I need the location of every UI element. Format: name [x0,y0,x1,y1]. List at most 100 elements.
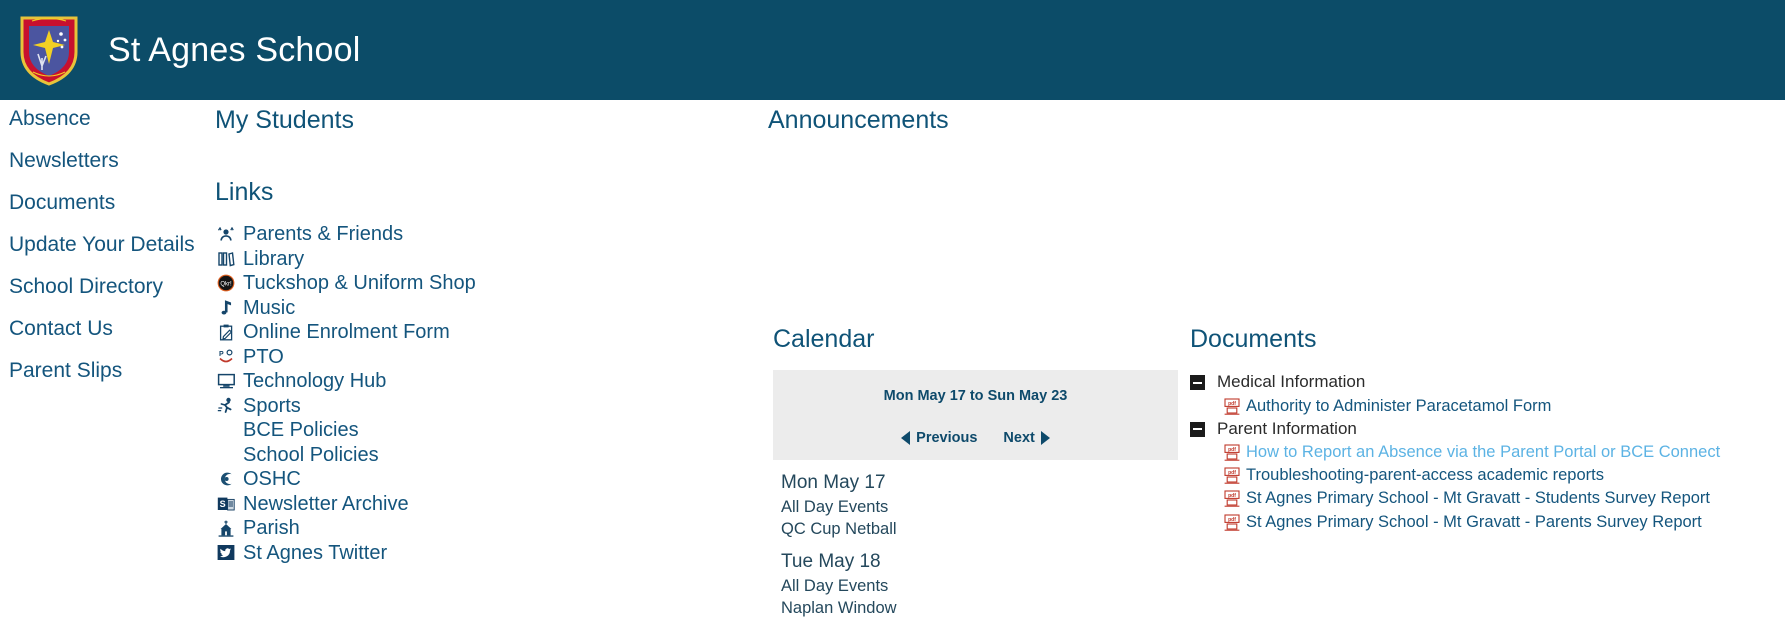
people-icon [215,225,237,243]
calendar-day-group: Tue May 18 All Day Events Naplan Window [781,552,1178,617]
svg-text:S: S [220,499,226,509]
site-header: St Agnes School [0,0,1785,100]
document-item[interactable]: pdf How to Report an Absence via the Par… [1190,442,1780,462]
link-label[interactable]: St Agnes Twitter [243,543,387,563]
document-label[interactable]: Authority to Administer Paracetamol Form [1246,396,1551,416]
link-item-oshc[interactable]: OSHC [215,467,765,492]
svg-text:pdf: pdf [1228,401,1236,407]
sharepoint-icon: S [215,495,237,513]
pdf-icon: pdf [1224,444,1240,461]
link-label[interactable]: PTO [243,347,284,367]
document-item[interactable]: pdf Authority to Administer Paracetamol … [1190,396,1780,416]
sidebar-item-school-directory[interactable]: School Directory [0,276,205,297]
svg-text:pdf: pdf [1228,470,1236,476]
clipboard-pencil-icon [215,323,237,341]
documents-tree: Medical Information pdf Authority to Adm… [1190,372,1780,532]
folder-label: Parent Information [1217,418,1357,438]
link-item-pto[interactable]: P PTO [215,345,765,370]
sidebar-item-update-your-details[interactable]: Update Your Details [0,234,205,255]
calendar-day-section: All Day Events [781,576,889,595]
documents-folder-medical-information[interactable]: Medical Information [1190,372,1780,392]
calendar-section: Calendar Mon May 17 to Sun May 23 Previo… [773,327,1178,631]
pdf-icon: pdf [1224,467,1240,485]
link-item-school-policies[interactable]: School Policies [215,443,765,468]
calendar-header-panel: Mon May 17 to Sun May 23 Previous Next [773,370,1178,460]
music-note-icon [215,299,237,317]
calendar-day-date: Tue May 18 [781,550,881,572]
link-label[interactable]: Newsletter Archive [243,494,409,514]
sidebar-item-absence[interactable]: Absence [0,108,205,129]
document-item[interactable]: pdf St Agnes Primary School - Mt Gravatt… [1190,512,1780,532]
link-item-bce-policies[interactable]: BCE Policies [215,418,765,443]
link-item-parish[interactable]: Parish [215,516,765,541]
calendar-event[interactable]: QC Cup Netball [781,521,1178,538]
link-item-online-enrolment-form[interactable]: Online Enrolment Form [215,320,765,345]
svg-text:pdf: pdf [1228,447,1236,453]
svg-text:Qkr!: Qkr! [220,282,232,288]
twitter-icon [215,544,237,562]
link-item-library[interactable]: Library [215,247,765,272]
documents-title: Documents [1190,325,1317,353]
sidebar-item-newsletters[interactable]: Newsletters [0,150,205,171]
link-item-st-agnes-twitter[interactable]: St Agnes Twitter [215,541,765,566]
svg-text:pdf: pdf [1228,517,1236,523]
calendar-event[interactable]: Naplan Window [781,600,1178,617]
calendar-previous-button[interactable]: Previous [901,430,977,446]
document-item[interactable]: pdf Troubleshooting-parent-access academ… [1190,465,1780,485]
sidebar-item-parent-slips[interactable]: Parent Slips [0,360,205,381]
folder-label: Medical Information [1217,372,1366,391]
link-item-sports[interactable]: Sports [215,394,765,419]
sidebar-item-documents[interactable]: Documents [0,192,205,213]
sidebar-item-contact-us[interactable]: Contact Us [0,318,205,339]
calendar-day-group: Mon May 17 All Day Events QC Cup Netball [781,473,1178,538]
links-list: Parents & Friends Library Qkr! Tuckshop … [205,222,765,565]
calendar-next-label: Next [1003,429,1035,446]
link-label[interactable]: Technology Hub [243,371,386,391]
page-root: St Agnes School Absence Newsletters Docu… [0,0,1785,643]
calendar-day-date: Mon May 17 [781,471,886,493]
calendar-title: Calendar [773,325,875,353]
link-label[interactable]: Tuckshop & Uniform Shop [243,273,476,293]
qkr-circle-icon: Qkr! [215,274,237,292]
link-item-parents-friends[interactable]: Parents & Friends [215,222,765,247]
chevron-right-icon [1040,430,1050,445]
my-students-title: My Students [215,106,354,134]
link-label[interactable]: BCE Policies [243,420,359,440]
link-label[interactable]: School Policies [243,445,379,465]
documents-section: Documents Medical Information pdf Author… [1190,327,1780,535]
link-item-tuckshop-uniform-shop[interactable]: Qkr! Tuckshop & Uniform Shop [215,271,765,296]
announcements-title: Announcements [768,106,949,134]
collapse-minus-icon[interactable] [1190,421,1205,437]
announcements-section: Announcements [768,108,949,133]
link-label[interactable]: Library [243,249,304,269]
pto-icon: P [215,348,237,366]
collapse-minus-icon[interactable] [1190,375,1205,390]
calendar-event-list: Mon May 17 All Day Events QC Cup Netball… [773,473,1178,617]
calendar-next-button[interactable]: Next [1003,429,1050,446]
link-label[interactable]: Music [243,298,295,318]
documents-folder-parent-information[interactable]: Parent Information [1190,419,1780,439]
link-label[interactable]: Parents & Friends [243,224,403,244]
document-label[interactable]: St Agnes Primary School - Mt Gravatt - S… [1246,488,1710,508]
link-label[interactable]: OSHC [243,469,301,489]
link-item-technology-hub[interactable]: Technology Hub [215,369,765,394]
runner-icon [215,397,237,415]
pdf-icon: pdf [1224,490,1240,508]
document-label[interactable]: How to Report an Absence via the Parent … [1246,442,1720,462]
pdf-icon: pdf [1224,514,1240,531]
svg-text:pdf: pdf [1228,493,1236,499]
document-item[interactable]: pdf St Agnes Primary School - Mt Gravatt… [1190,488,1780,508]
link-label[interactable]: Online Enrolment Form [243,322,450,342]
link-item-newsletter-archive[interactable]: S Newsletter Archive [215,492,765,517]
link-item-music[interactable]: Music [215,296,765,321]
monitor-icon [215,372,237,390]
main-navigation: Absence Newsletters Documents Update You… [0,108,205,402]
link-label[interactable]: Sports [243,396,301,416]
school-crest-icon [18,14,80,86]
document-label[interactable]: Troubleshooting-parent-access academic r… [1246,465,1604,485]
calendar-day-section: All Day Events [781,497,889,516]
links-title: Links [215,178,274,206]
document-label[interactable]: St Agnes Primary School - Mt Gravatt - P… [1246,512,1702,532]
link-label[interactable]: Parish [243,518,300,538]
svg-text:P: P [219,351,224,358]
